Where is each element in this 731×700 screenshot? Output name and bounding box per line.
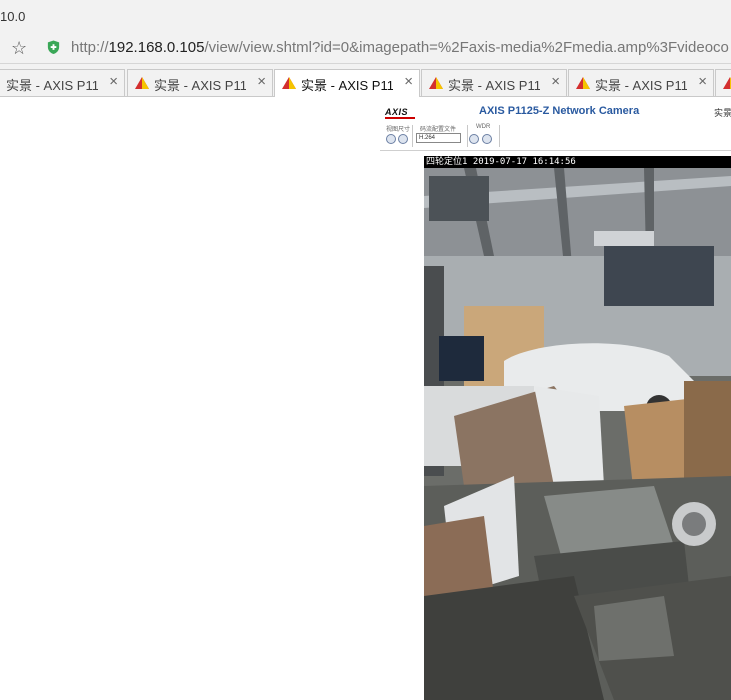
view-size-smaller-button[interactable]: [386, 134, 396, 144]
tab-3-active[interactable]: 实景 - AXIS P112 ×: [274, 69, 420, 97]
video-overlay-text: 四轮定位1 2019-07-17 16:14:56: [426, 157, 576, 167]
tab-label: 实景 - AXIS P112: [6, 78, 98, 93]
tab-strip: 实景 - AXIS P112 × 实景 - AXIS P112 × 实景 - A…: [0, 64, 731, 97]
view-size-larger-button[interactable]: [398, 134, 408, 144]
axis-favicon-icon: [576, 77, 590, 89]
close-icon[interactable]: ×: [551, 74, 560, 90]
axis-logo-underline: [385, 117, 415, 119]
camera-name-overlay: 四轮定位1: [426, 157, 468, 167]
controls-underline: [380, 150, 731, 151]
tab-4[interactable]: 实景 - AXIS P112 ×: [421, 69, 567, 96]
tab-2[interactable]: 实景 - AXIS P112 ×: [127, 69, 273, 96]
stream-profile-label: 码流配置文件: [420, 127, 457, 133]
close-icon[interactable]: ×: [404, 74, 413, 90]
axis-favicon-icon: [282, 77, 296, 89]
url-host: 192.168.0.105: [108, 39, 205, 56]
url-input[interactable]: http://192.168.0.105/view/view.shtml?id=…: [71, 39, 729, 56]
address-bar: ☆ http://192.168.0.105/view/view.shtml?i…: [0, 33, 731, 64]
close-icon[interactable]: ×: [257, 74, 266, 90]
bookmark-star-icon[interactable]: ☆: [11, 38, 27, 58]
url-prefix: http://: [71, 39, 109, 56]
live-video-stream[interactable]: 四轮定位1 2019-07-17 16:14:56: [424, 156, 731, 700]
camera-title: AXIS P1125-Z Network Camera: [479, 105, 640, 117]
tab-5[interactable]: 实景 - AXIS P112 ×: [568, 69, 714, 96]
axis-favicon-icon: [135, 77, 149, 89]
video-overlay-bar: 四轮定位1 2019-07-17 16:14:56: [424, 156, 731, 168]
close-icon[interactable]: ×: [698, 74, 707, 90]
tab-label: 实景 - AXIS P112: [448, 78, 540, 93]
live-view-link[interactable]: 实景: [714, 106, 731, 119]
window-title: 10.0: [0, 9, 26, 24]
url-path: /view/view.shtml?id=0&imagepath=%2Faxis-…: [204, 39, 729, 56]
wdr-off-button[interactable]: [469, 134, 479, 144]
tab-6-partial[interactable]: [715, 69, 731, 96]
view-size-label: 视图尺寸: [386, 127, 411, 133]
tab-label: 实景 - AXIS P112: [154, 78, 246, 93]
tab-label: 实景 - AXIS P112: [595, 78, 687, 93]
camera-page-header: AXIS AXIS P1125-Z Network Camera 实景 视图尺寸…: [380, 98, 731, 156]
wdr-on-button[interactable]: [482, 134, 492, 144]
tab-1[interactable]: 实景 - AXIS P112 ×: [0, 69, 125, 96]
secure-shield-icon: [47, 40, 60, 55]
tab-label: 实景 - AXIS P112: [301, 78, 393, 93]
divider: [467, 125, 468, 147]
video-frame-image: [424, 156, 731, 700]
window-titlebar: 10.0: [0, 0, 731, 33]
axis-favicon-icon: [429, 77, 443, 89]
divider: [412, 125, 413, 147]
wdr-label: WDR: [476, 124, 491, 130]
axis-favicon-icon: [723, 77, 731, 89]
close-icon[interactable]: ×: [109, 74, 118, 90]
timestamp-overlay: 2019-07-17 16:14:56: [472, 157, 576, 167]
stream-profile-select[interactable]: H.264: [416, 133, 461, 143]
axis-logo: AXIS: [385, 107, 409, 117]
divider: [499, 125, 500, 147]
